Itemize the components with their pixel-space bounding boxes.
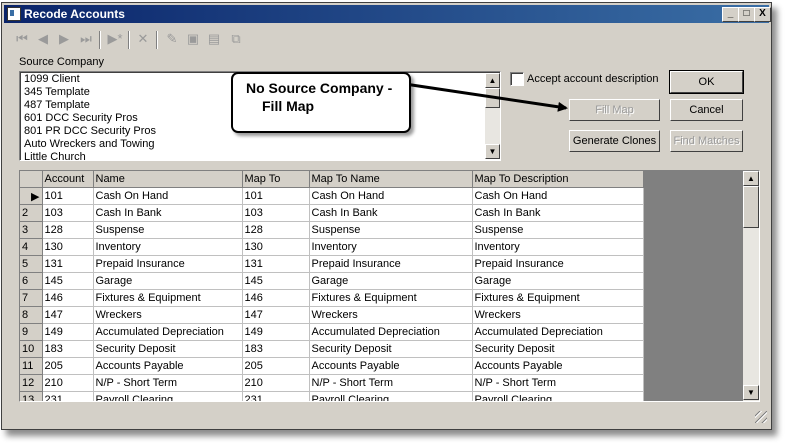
callout-line-2: Fill Map [262, 98, 315, 114]
fill-map-callout: No Source Company - Fill Map [231, 72, 411, 133]
callout-arrow [404, 82, 568, 112]
callout-line-1: No Source Company - [246, 80, 393, 96]
